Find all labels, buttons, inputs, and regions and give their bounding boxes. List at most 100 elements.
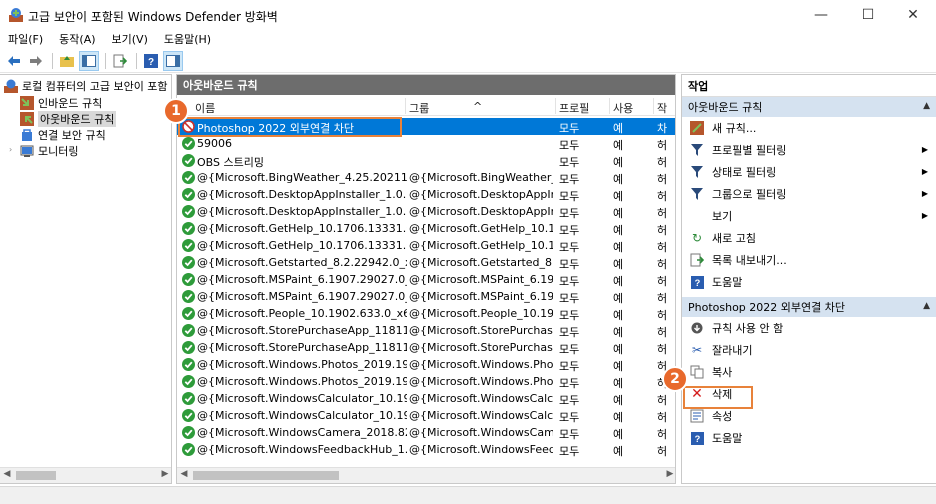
- table-row[interactable]: @{Microsoft.DesktopAppInstaller_1.0.3025…: [177, 203, 675, 220]
- show-hide-action-pane-button[interactable]: [163, 50, 183, 71]
- table-row[interactable]: @{Microsoft.Windows.Photos_2019.19071...…: [177, 373, 675, 390]
- scroll-right-icon[interactable]: ▶: [663, 469, 675, 479]
- table-row[interactable]: @{Microsoft.StorePurchaseApp_11811.100..…: [177, 322, 675, 339]
- minimize-button[interactable]: —: [798, 0, 844, 30]
- menu-file[interactable]: 파일(F): [8, 31, 43, 47]
- action-label: 복사: [712, 366, 733, 379]
- table-row[interactable]: @{Microsoft.BingWeather_4.25.20211.0_x6.…: [177, 169, 675, 186]
- table-row[interactable]: @{Microsoft.StorePurchaseApp_11811.100..…: [177, 339, 675, 356]
- rule-group-cell: @{Microsoft.StorePurchaseA...: [409, 324, 553, 337]
- rule-name-cell: 59006: [197, 137, 232, 150]
- table-row[interactable]: @{Microsoft.WindowsCalculator_10.1906...…: [177, 390, 675, 407]
- collapse-icon[interactable]: ▲: [923, 301, 930, 311]
- table-row[interactable]: @{Microsoft.WindowsCalculator_10.1906...…: [177, 407, 675, 424]
- allowed-rule-icon: [182, 392, 195, 405]
- column-name[interactable]: 이름: [195, 100, 215, 116]
- action-new-rule[interactable]: 새 규칙...: [682, 117, 936, 139]
- rule-group-cell: @{Microsoft.WindowsCamer...: [409, 426, 553, 439]
- column-divider[interactable]: [609, 98, 610, 114]
- table-row[interactable]: @{Microsoft.MSPaint_6.1907.29027.0_x64_.…: [177, 288, 675, 305]
- inbound-rules-icon: [20, 96, 34, 110]
- actions-section-selected-rule[interactable]: Photoshop 2022 외부연결 차단 ▲: [682, 297, 936, 317]
- tree-item-connection-security[interactable]: 연결 보안 규칙: [20, 127, 106, 143]
- action-refresh[interactable]: ↻ 새로 고침: [682, 227, 936, 249]
- scroll-left-icon[interactable]: ◀: [0, 469, 14, 479]
- connection-security-icon: [22, 129, 32, 141]
- menu-view[interactable]: 보기(V): [112, 31, 148, 47]
- action-disable-rule[interactable]: 규칙 사용 안 함: [682, 317, 936, 339]
- maximize-button[interactable]: ☐: [845, 0, 891, 30]
- action-label: 규칙 사용 안 함: [712, 322, 784, 335]
- table-row[interactable]: @{Microsoft.GetHelp_10.1706.13331.0_x64.…: [177, 237, 675, 254]
- table-row[interactable]: @{Microsoft.Getstarted_8.2.22942.0_x64__…: [177, 254, 675, 271]
- action-label: 상태로 필터링: [712, 166, 777, 179]
- scroll-right-icon[interactable]: ▶: [158, 469, 171, 479]
- rule-name-cell: @{Microsoft.BingWeather_4.25.20211.0_x6.…: [197, 171, 407, 184]
- column-divider[interactable]: [405, 98, 406, 114]
- svg-text:?: ?: [694, 278, 700, 288]
- submenu-arrow-icon: ▶: [921, 167, 928, 176]
- column-group[interactable]: 그룹: [409, 100, 429, 116]
- rule-name-cell: @{Microsoft.WindowsCamera_2018.826.98...: [197, 426, 407, 439]
- tree-item-label: 인바운드 규칙: [38, 97, 103, 110]
- close-button[interactable]: ✕: [890, 0, 936, 30]
- rule-group-cell: @{Microsoft.GetHelp_10.170...: [409, 239, 553, 252]
- action-help[interactable]: ? 도움말: [682, 271, 936, 293]
- table-row[interactable]: @{Microsoft.GetHelp_10.1706.13331.0_x64.…: [177, 220, 675, 237]
- table-row[interactable]: @{Microsoft.People_10.1902.633.0_x64__8.…: [177, 305, 675, 322]
- forward-button[interactable]: [26, 51, 46, 71]
- expand-arrow-icon[interactable]: ›: [9, 145, 12, 154]
- column-action[interactable]: 작: [657, 100, 667, 116]
- menu-help[interactable]: 도움말(H): [164, 31, 211, 47]
- scrollbar-thumb[interactable]: [16, 471, 56, 480]
- action-help-rule[interactable]: ? 도움말: [682, 427, 936, 449]
- up-folder-button[interactable]: [57, 51, 77, 71]
- rule-profile-cell: 모두: [559, 377, 580, 390]
- column-divider[interactable]: [555, 98, 556, 114]
- allowed-rule-icon: [182, 222, 195, 235]
- table-row[interactable]: @{Microsoft.WindowsCamera_2018.826.98...…: [177, 424, 675, 441]
- action-view[interactable]: 보기 ▶: [682, 205, 936, 227]
- export-list-button[interactable]: [110, 51, 130, 71]
- collapse-icon[interactable]: ▲: [923, 101, 930, 111]
- column-enabled[interactable]: 사용: [613, 100, 633, 116]
- actions-section-outbound[interactable]: 아웃바운드 규칙 ▲: [682, 97, 936, 117]
- action-cut[interactable]: ✂ 잘라내기: [682, 339, 936, 361]
- scrollbar-thumb[interactable]: [193, 471, 339, 480]
- action-filter-by-group[interactable]: 그룹으로 필터링 ▶: [682, 183, 936, 205]
- action-label: 도움말: [712, 432, 743, 445]
- column-divider[interactable]: [653, 98, 654, 114]
- rule-action-cell: 허: [657, 411, 668, 424]
- table-row[interactable]: @{Microsoft.DesktopAppInstaller_1.0.3025…: [177, 186, 675, 203]
- tree-item-outbound[interactable]: 아웃바운드 규칙: [20, 111, 117, 127]
- rule-enabled-cell: 예: [613, 326, 624, 339]
- action-export-list[interactable]: 목록 내보내기...: [682, 249, 936, 271]
- scroll-left-icon[interactable]: ◀: [177, 469, 191, 479]
- action-copy[interactable]: 복사: [682, 361, 936, 383]
- action-filter-by-state[interactable]: 상태로 필터링 ▶: [682, 161, 936, 183]
- menu-action[interactable]: 동작(A): [59, 31, 95, 47]
- rules-horizontal-scrollbar[interactable]: ◀ ▶: [177, 467, 675, 483]
- pane-header: 아웃바운드 규칙: [177, 75, 675, 95]
- tree-item-monitoring[interactable]: 모니터링: [20, 143, 78, 159]
- column-profile[interactable]: 프로필: [559, 100, 589, 116]
- tree-horizontal-scrollbar[interactable]: ◀ ▶: [0, 467, 171, 483]
- rule-action-cell: 허: [657, 326, 668, 339]
- help-button[interactable]: ?: [141, 51, 161, 71]
- tree-item-inbound[interactable]: 인바운드 규칙: [20, 95, 102, 111]
- table-row[interactable]: 59006 모두 예 허: [177, 135, 675, 152]
- status-bar: [0, 486, 936, 504]
- submenu-arrow-icon: ▶: [921, 189, 928, 198]
- show-hide-console-tree-button[interactable]: [79, 50, 99, 71]
- table-row[interactable]: @{Microsoft.WindowsFeedbackHub_1.190...@…: [177, 441, 675, 458]
- rule-name-cell: @{Microsoft.GetHelp_10.1706.13331.0_x64.…: [197, 239, 407, 252]
- table-row[interactable]: @{Microsoft.MSPaint_6.1907.29027.0_x64_.…: [177, 271, 675, 288]
- rule-enabled-cell: 예: [613, 122, 624, 135]
- tree-root-label: 로컬 컴퓨터의 고급 보안이 포함: [22, 80, 168, 93]
- tree-root[interactable]: 로컬 컴퓨터의 고급 보안이 포함: [4, 78, 168, 94]
- rule-action-cell: 허: [657, 343, 668, 356]
- back-button[interactable]: [4, 51, 24, 71]
- action-filter-by-profile[interactable]: 프로필별 필터링 ▶: [682, 139, 936, 161]
- table-row[interactable]: OBS 스트리밍 모두 예 허: [177, 152, 675, 169]
- table-row[interactable]: @{Microsoft.Windows.Photos_2019.19071...…: [177, 356, 675, 373]
